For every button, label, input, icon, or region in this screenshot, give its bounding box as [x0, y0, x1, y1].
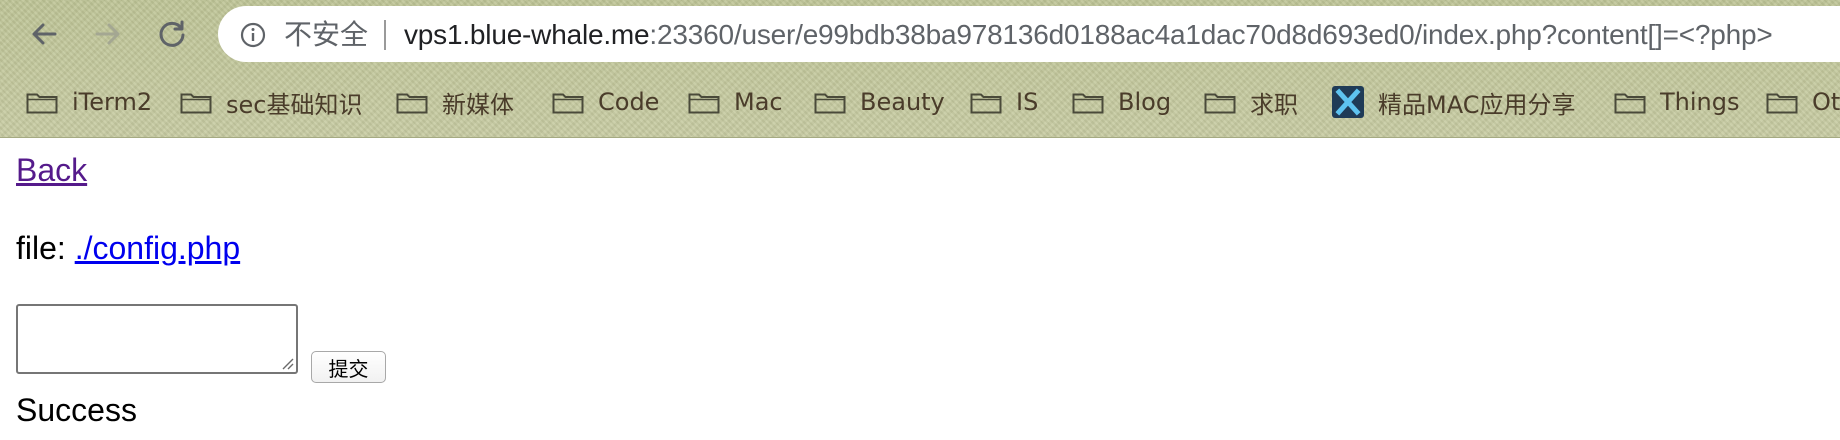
file-link[interactable]: ./config.php: [75, 230, 240, 266]
folder-icon: [552, 93, 584, 114]
url-text[interactable]: vps1.blue-whale.me:23360/user/e99bdb38ba…: [404, 19, 1773, 51]
page-content: Back file: ./config.php 提交 Success: [0, 138, 1840, 440]
folder-icon: [1204, 93, 1236, 114]
bookmark-new-media[interactable]: 新媒体: [396, 82, 514, 122]
bookmark-mac-apps[interactable]: 精品MAC应用分享: [1332, 82, 1575, 122]
folder-icon: [814, 93, 846, 114]
bookmark-job[interactable]: 求职: [1204, 82, 1298, 122]
reload-icon: [159, 20, 185, 47]
folder-icon: [180, 93, 212, 114]
url-host: vps1.blue-whale.me: [404, 19, 650, 50]
resize-grip-icon[interactable]: [280, 356, 294, 370]
reload-button[interactable]: [152, 14, 192, 54]
bookmark-label: Mac: [734, 88, 783, 116]
bookmark-beauty[interactable]: Beauty: [814, 82, 945, 122]
bookmark-label: Ot: [1812, 88, 1840, 116]
bookmark-label: sec基础知识: [226, 90, 363, 119]
bookmark-mac[interactable]: Mac: [688, 82, 783, 122]
back-button[interactable]: [24, 14, 64, 54]
address-bar[interactable]: 不安全 vps1.blue-whale.me:23360/user/e99bdb…: [218, 6, 1840, 62]
bookmark-label: iTerm2: [72, 88, 153, 116]
folder-icon: [1766, 93, 1798, 114]
folder-icon: [1614, 93, 1646, 114]
submit-button[interactable]: 提交: [311, 351, 386, 383]
address-bar-divider: [384, 20, 386, 50]
back-arrow-icon: [32, 23, 57, 45]
bookmark-label: IS: [1016, 88, 1039, 116]
bookmark-label: Beauty: [860, 88, 945, 116]
file-line: file: ./config.php: [16, 230, 240, 267]
folder-icon: [396, 93, 428, 114]
x-app-icon: [1332, 86, 1364, 118]
bookmark-label: Blog: [1118, 88, 1172, 116]
bookmark-things[interactable]: Things: [1614, 82, 1740, 122]
bookmarks-bar: iTerm2 sec基础知识 新媒体 Code Mac Beauty IS Bl…: [0, 82, 1840, 122]
status-message: Success: [16, 392, 137, 428]
file-label: file:: [16, 230, 75, 266]
security-status-label[interactable]: 不安全: [284, 20, 368, 50]
back-link[interactable]: Back: [16, 152, 87, 189]
browser-chrome: 不安全 vps1.blue-whale.me:23360/user/e99bdb…: [0, 0, 1840, 138]
info-icon[interactable]: [240, 22, 266, 48]
bookmark-label: 精品MAC应用分享: [1378, 90, 1576, 119]
url-path: :23360/user/e99bdb38ba978136d0188ac4a1da…: [649, 19, 1773, 50]
bookmark-other[interactable]: Ot: [1766, 82, 1840, 122]
folder-icon: [26, 93, 58, 114]
bookmark-sec[interactable]: sec基础知识: [180, 82, 362, 122]
forward-button[interactable]: [88, 14, 128, 54]
bookmark-blog[interactable]: Blog: [1072, 82, 1171, 122]
folder-icon: [970, 93, 1002, 114]
folder-icon: [688, 93, 720, 114]
bookmark-label: Code: [598, 88, 660, 116]
forward-arrow-icon: [95, 23, 120, 45]
bookmark-label: 求职: [1250, 90, 1298, 119]
folder-icon: [1072, 93, 1104, 114]
bookmark-label: Things: [1660, 88, 1740, 116]
bookmark-is[interactable]: IS: [970, 82, 1038, 122]
content-textarea[interactable]: [16, 304, 298, 374]
bookmark-iterm2[interactable]: iTerm2: [26, 82, 152, 122]
bookmark-code[interactable]: Code: [552, 82, 659, 122]
bookmark-label: 新媒体: [442, 90, 514, 119]
